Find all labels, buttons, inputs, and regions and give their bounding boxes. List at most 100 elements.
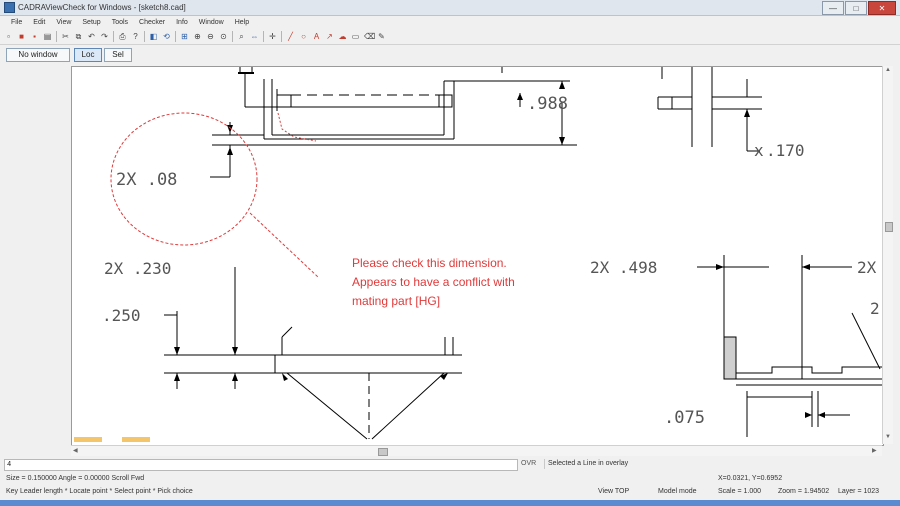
vertical-scroll-thumb[interactable]: [885, 222, 893, 232]
print-icon[interactable]: ▤: [43, 32, 52, 41]
status-coords: X=0.0321, Y=0.6952: [718, 475, 783, 482]
dim-075: .075: [664, 408, 705, 428]
side-panel: [0, 64, 69, 454]
toolbar-separator: [144, 31, 145, 42]
cad-geometry: [164, 67, 883, 440]
dim-x-right: x: [754, 141, 764, 160]
dim-2-right: 2: [870, 299, 880, 318]
toolbar-separator: [175, 31, 176, 42]
menu-edit[interactable]: Edit: [33, 19, 45, 26]
pan-icon[interactable]: ⇔: [250, 32, 259, 41]
status-zoom: Zoom = 1.94502: [778, 488, 830, 495]
minimize-button[interactable]: —: [822, 1, 844, 15]
toolbar-separator: [232, 31, 233, 42]
menu-view[interactable]: View: [56, 19, 71, 26]
loc-button[interactable]: Loc: [74, 48, 102, 62]
app-icon: [4, 2, 15, 13]
scroll-up-icon[interactable]: ▲: [885, 67, 891, 73]
status-view: View TOP: [598, 488, 630, 495]
markup-delete-icon[interactable]: ⌫: [364, 32, 375, 41]
drawing-svg: .988 .170 x 2X .08 2X .230 .250 2X .498 …: [74, 67, 883, 442]
close-button[interactable]: ✕: [868, 1, 896, 15]
open-file-icon[interactable]: ■: [17, 32, 26, 41]
dim-170: .170: [766, 141, 805, 160]
zoom-window-icon[interactable]: ⊞: [180, 32, 189, 41]
save-file-icon[interactable]: ▪: [30, 32, 39, 41]
menu-help[interactable]: Help: [235, 19, 249, 26]
status-bar-bottom: Key Leader length * Locate point * Selec…: [0, 486, 900, 498]
zoom-in-icon[interactable]: ⊕: [193, 32, 202, 41]
scroll-left-icon[interactable]: ◀: [73, 447, 78, 454]
undo-icon[interactable]: ↶: [87, 32, 96, 41]
title-bar: CADRAViewCheck for Windows - [sketch8.ca…: [0, 0, 900, 16]
markup-circle-icon[interactable]: ○: [299, 32, 308, 41]
status-size-angle: Size = 0.150000 Angle = 0.00000 Scroll F…: [6, 475, 145, 482]
markup-note-line-1: Please check this dimension.: [352, 256, 507, 270]
maximize-button[interactable]: □: [845, 1, 867, 15]
markup-note-line-3: mating part [HG]: [352, 294, 440, 308]
vertical-scrollbar[interactable]: ▲ ▼: [882, 66, 893, 444]
toolbar-separator: [113, 31, 114, 42]
new-file-icon[interactable]: ▫: [4, 32, 13, 41]
menu-checker[interactable]: Checker: [139, 19, 165, 26]
drawing-canvas[interactable]: .988 .170 x 2X .08 2X .230 .250 2X .498 …: [71, 66, 884, 446]
markup-box-icon[interactable]: ▭: [351, 32, 360, 41]
help-icon[interactable]: ?: [131, 32, 140, 41]
copy-icon[interactable]: ⧉: [74, 32, 83, 41]
markup-pen-icon[interactable]: ✎: [377, 32, 386, 41]
dim-2x-right: 2X: [857, 258, 877, 277]
window-title: CADRAViewCheck for Windows - [sketch8.ca…: [18, 3, 186, 12]
mode-bar: No window Loc Sel: [0, 46, 900, 63]
dim-250: .250: [102, 306, 141, 325]
markup-note[interactable]: Please check this dimension. Appears to …: [352, 256, 515, 308]
window-controls: — □ ✕: [822, 1, 896, 15]
menu-window[interactable]: Window: [199, 19, 224, 26]
dim-2x-08: 2X .08: [116, 170, 177, 190]
zoom-out-icon[interactable]: ⊖: [206, 32, 215, 41]
cut-icon[interactable]: ✂: [61, 32, 70, 41]
menu-file[interactable]: File: [11, 19, 22, 26]
no-window-button[interactable]: No window: [6, 48, 70, 62]
toolbar-separator: [263, 31, 264, 42]
status-mode: Model mode: [658, 488, 697, 495]
markup-text-icon[interactable]: A: [312, 32, 321, 41]
print-preview-icon[interactable]: ⎙: [118, 32, 127, 41]
overlay-marker: [122, 437, 150, 442]
markup-note-line-2: Appears to have a conflict with: [352, 275, 515, 289]
menu-tools[interactable]: Tools: [112, 19, 128, 26]
toolbar: ▫ ■ ▪ ▤ ✂ ⧉ ↶ ↷ ⎙ ? ◧ ⟲ ⊞ ⊕ ⊖ ⊙ ⌕ ⇔ ✛ ╱ …: [0, 29, 900, 45]
markup-annotation[interactable]: [110, 112, 319, 278]
redo-icon[interactable]: ↷: [100, 32, 109, 41]
ovr-indicator: OVR: [521, 460, 537, 467]
horizontal-scrollbar[interactable]: ◀ ▶: [71, 445, 882, 456]
markup-cloud-icon[interactable]: ☁: [338, 32, 347, 41]
menu-bar: File Edit View Setup Tools Checker Info …: [0, 16, 900, 28]
crosshair-icon[interactable]: ✛: [268, 32, 277, 41]
toolbar-separator: [281, 31, 282, 42]
zoom-all-icon[interactable]: ⊙: [219, 32, 228, 41]
command-row: 4 OVR Selected a Line in overlay: [0, 458, 900, 471]
dim-988: .988: [527, 94, 568, 114]
markup-line-icon[interactable]: ╱: [286, 32, 295, 41]
horizontal-scroll-thumb[interactable]: [378, 448, 388, 456]
status-bar-top: Size = 0.150000 Angle = 0.00000 Scroll F…: [0, 473, 900, 485]
status-hint: Key Leader length * Locate point * Selec…: [6, 488, 193, 495]
status-scale: Scale = 1.000: [718, 488, 762, 495]
layers-icon[interactable]: ◧: [149, 32, 158, 41]
markup-leader[interactable]: [249, 212, 319, 278]
scroll-right-icon[interactable]: ▶: [872, 447, 877, 454]
status-layer: Layer = 1023: [838, 488, 880, 495]
markup-leader-icon[interactable]: ↗: [325, 32, 334, 41]
menu-info[interactable]: Info: [176, 19, 188, 26]
command-message: Selected a Line in overlay: [544, 459, 898, 469]
zoom-previous-icon[interactable]: ⌕: [237, 32, 246, 41]
redraw-icon[interactable]: ⟲: [162, 32, 171, 41]
dim-2x-498: 2X .498: [590, 258, 657, 277]
menu-setup[interactable]: Setup: [82, 19, 100, 26]
overlay-marker: [74, 437, 102, 442]
dim-2x-230: 2X .230: [104, 259, 171, 278]
command-input[interactable]: 4: [4, 459, 518, 471]
sel-button[interactable]: Sel: [104, 48, 132, 62]
toolbar-separator: [56, 31, 57, 42]
scroll-down-icon[interactable]: ▼: [885, 434, 891, 440]
